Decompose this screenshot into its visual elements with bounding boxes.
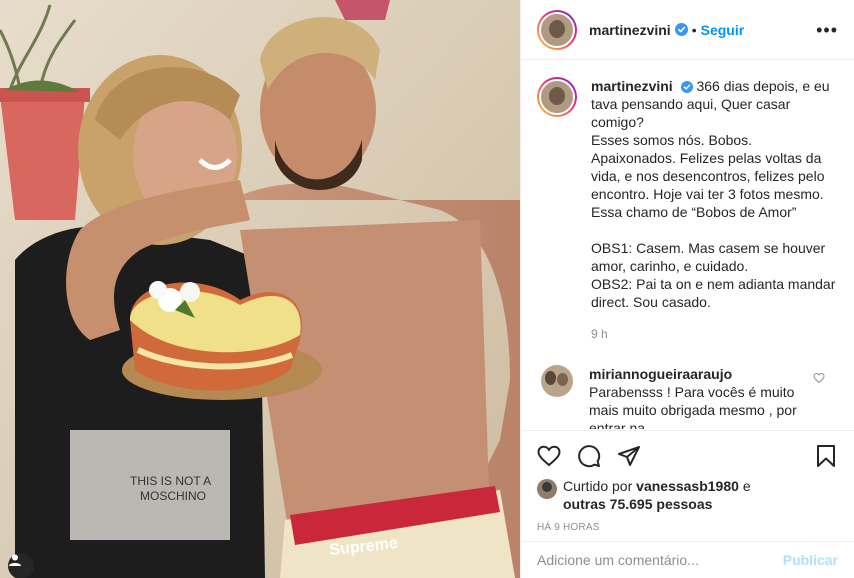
comments-section[interactable]: martinezvini 366 dias depois, e eu tava … <box>521 61 854 429</box>
comment-like-icon[interactable] <box>813 371 825 429</box>
likes-count[interactable]: outras 75.695 pessoas <box>563 496 712 512</box>
liker-username[interactable]: vanessasb1980 <box>636 478 739 494</box>
bookmark-icon[interactable] <box>814 444 838 468</box>
user-tag-icon <box>9 554 21 566</box>
caption-username[interactable]: martinezvini <box>591 78 673 94</box>
post-header: martinezvini • Seguir ••• <box>521 0 854 60</box>
likes-conj: e <box>742 478 751 494</box>
caption-time[interactable]: 9 h <box>591 325 837 343</box>
heart-icon[interactable] <box>537 444 561 468</box>
verified-icon <box>680 81 693 93</box>
commenter-avatar[interactable] <box>541 365 573 397</box>
comment-icon[interactable] <box>577 444 601 468</box>
separator-dot: • <box>691 21 697 38</box>
caption-avatar[interactable] <box>537 77 577 117</box>
likes-summary: Curtido por vanessasb1980 e outras 75.69… <box>537 477 838 513</box>
post-photo[interactable]: THIS IS NOT A MOSCHINO Supreme <box>0 0 520 578</box>
photo-illustration: THIS IS NOT A MOSCHINO Supreme <box>0 0 520 578</box>
comment-item: miriannogueiraaraujo Parabensss ! Para v… <box>537 365 838 429</box>
more-options-icon[interactable]: ••• <box>816 21 838 39</box>
likes-prefix: Curtido por <box>563 478 633 494</box>
user-tag-button[interactable] <box>8 553 34 578</box>
post-side-panel: martinezvini • Seguir ••• martinezvini 3… <box>520 0 854 578</box>
add-comment-bar: Publicar <box>521 541 854 578</box>
commenter-username[interactable]: miriannogueiraaraujo <box>589 366 732 382</box>
post-timestamp[interactable]: HÁ 9 HORAS <box>537 522 838 533</box>
comment-text: Parabensss ! Para vocês é muito mais mui… <box>589 384 797 429</box>
post-actions: Curtido por vanessasb1980 e outras 75.69… <box>521 430 854 533</box>
follow-button[interactable]: Seguir <box>701 22 745 38</box>
share-icon[interactable] <box>617 444 641 468</box>
caption-text: 366 dias depois, e eu tava pensando aqui… <box>591 78 836 310</box>
svg-text:THIS IS NOT A: THIS IS NOT A <box>130 474 211 488</box>
svg-text:MOSCHINO: MOSCHINO <box>140 489 206 503</box>
liker-avatar[interactable] <box>537 479 557 499</box>
publish-button[interactable]: Publicar <box>783 552 838 568</box>
comment-input[interactable] <box>537 552 783 568</box>
author-username[interactable]: martinezvini <box>589 22 671 38</box>
post-caption: martinezvini 366 dias depois, e eu tava … <box>537 77 838 343</box>
author-avatar[interactable] <box>537 9 577 50</box>
verified-icon <box>674 23 688 36</box>
